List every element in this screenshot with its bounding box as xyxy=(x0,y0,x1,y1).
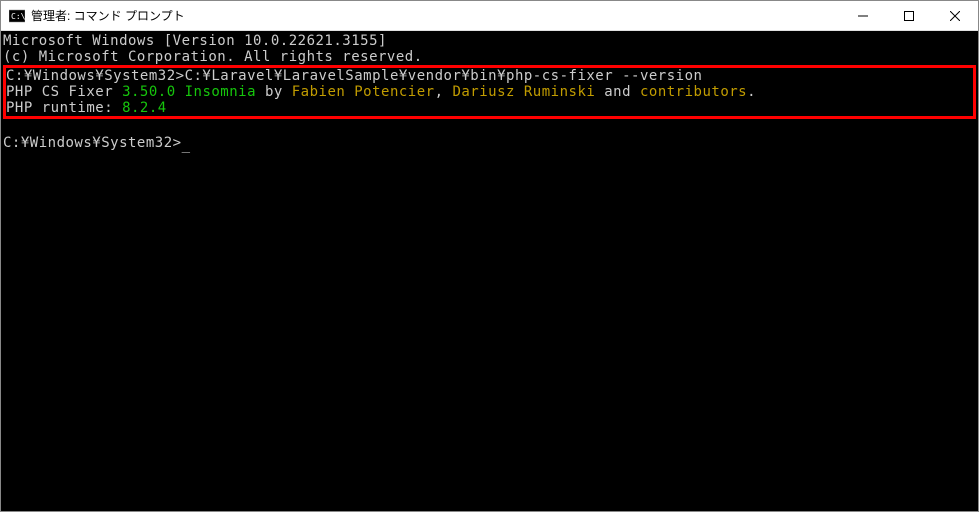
author2: Dariusz Ruminski xyxy=(452,84,595,100)
highlighted-block: C:¥Windows¥System32>C:¥Laravel¥LaravelSa… xyxy=(3,65,976,119)
prompt: C:¥Windows¥System32> xyxy=(6,68,185,84)
svg-text:C:\: C:\ xyxy=(11,12,25,21)
comma: , xyxy=(435,84,453,100)
period: . xyxy=(747,84,756,100)
cursor xyxy=(182,137,190,139)
version-line: Microsoft Windows [Version 10.0.22621.31… xyxy=(3,33,976,49)
window-controls xyxy=(840,1,978,30)
titlebar[interactable]: C:\ 管理者: コマンド プロンプト xyxy=(1,1,978,31)
fixer-version: 3.50.0 xyxy=(122,84,176,100)
close-button[interactable] xyxy=(932,1,978,30)
cmd-icon: C:\ xyxy=(9,8,25,24)
maximize-button[interactable] xyxy=(886,1,932,30)
fixer-prefix: PHP CS Fixer xyxy=(6,84,122,100)
command-text: C:¥Laravel¥LaravelSample¥vendor¥bin¥php-… xyxy=(185,68,703,84)
minimize-button[interactable] xyxy=(840,1,886,30)
command-prompt-window: C:\ 管理者: コマンド プロンプト Microsoft Windows [V… xyxy=(0,0,979,512)
terminal-area[interactable]: Microsoft Windows [Version 10.0.22621.31… xyxy=(1,31,978,511)
runtime-label: PHP runtime: xyxy=(6,100,122,116)
current-prompt-line: C:¥Windows¥System32> xyxy=(3,135,976,151)
and-text: and xyxy=(595,84,640,100)
fixer-codename: Insomnia xyxy=(176,84,256,100)
by-text: by xyxy=(256,84,292,100)
contributors: contributors xyxy=(640,84,747,100)
runtime-line: PHP runtime: 8.2.4 xyxy=(6,100,973,116)
author1: Fabien Potencier xyxy=(292,84,435,100)
window-title: 管理者: コマンド プロンプト xyxy=(31,7,840,24)
command-line: C:¥Windows¥System32>C:¥Laravel¥LaravelSa… xyxy=(6,68,973,84)
blank-line-2 xyxy=(3,119,976,135)
fixer-output-line: PHP CS Fixer 3.50.0 Insomnia by Fabien P… xyxy=(6,84,973,100)
prompt: C:¥Windows¥System32> xyxy=(3,135,182,151)
copyright-line: (c) Microsoft Corporation. All rights re… xyxy=(3,49,976,65)
runtime-version: 8.2.4 xyxy=(122,100,167,116)
